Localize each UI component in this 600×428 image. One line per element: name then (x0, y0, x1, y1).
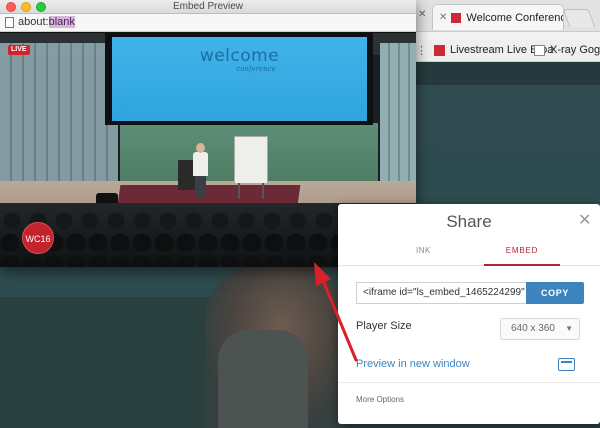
projection-screen: welcome conference (112, 37, 367, 121)
divider (338, 382, 600, 383)
share-title: Share (446, 212, 492, 231)
livestream-favicon-icon (434, 44, 445, 56)
new-window-icon[interactable] (558, 358, 575, 371)
url-bar[interactable]: about:blank (0, 14, 416, 32)
preview-in-new-window-link[interactable]: Preview in new window (356, 358, 470, 370)
document-favicon-icon (534, 44, 545, 56)
window-title: Embed Preview (172, 1, 244, 12)
whiteboard-leg (262, 183, 264, 199)
tab-title: Welcome Conference 2016 (466, 11, 563, 24)
player-size-select[interactable]: 640 x 360 ▼ (500, 318, 580, 340)
tab-welcome-conference[interactable]: ✕ Welcome Conference 2016 (432, 4, 564, 30)
copy-button[interactable]: COPY (526, 282, 584, 304)
tab-close-icon[interactable]: ✕ (439, 12, 447, 23)
speaker-body (193, 152, 208, 176)
whiteboard-leg (238, 183, 240, 199)
bookmarks-overflow-icon[interactable]: ⋮ (416, 44, 427, 57)
player-size-label: Player Size (356, 320, 412, 332)
bookmark-label: X-ray Goggles (550, 44, 600, 56)
speaker-legs (195, 176, 206, 198)
more-options-link[interactable]: More Options (356, 395, 404, 404)
screen-subtitle: conference (236, 65, 276, 73)
url-highlight: blank (48, 16, 75, 28)
window-titlebar[interactable]: Embed Preview (0, 0, 416, 14)
stage-glass-wall-left (0, 43, 118, 193)
channel-logo-badge[interactable]: WC16 (22, 222, 54, 254)
whiteboard (234, 136, 268, 184)
tab-embed-indicator (484, 264, 560, 266)
livestream-favicon-icon (451, 12, 462, 23)
new-tab-button[interactable] (562, 9, 596, 27)
url-prefix: about: (18, 16, 49, 28)
embed-code-field[interactable]: <iframe id="ls_embed_1465224299" s (356, 282, 528, 304)
chevron-down-icon: ▼ (565, 324, 573, 333)
page-icon (5, 17, 14, 28)
url-text[interactable]: about:blank (18, 16, 75, 28)
share-dialog: Share ✕ INK EMBED <iframe id="ls_embed_1… (338, 204, 600, 424)
bookmark-xray-goggles[interactable]: X-ray Goggles (534, 44, 600, 56)
live-badge: LIVE (8, 45, 30, 55)
prev-tab-close-icon[interactable]: ✕ (418, 9, 426, 20)
tabs-divider (338, 265, 600, 266)
close-icon[interactable]: ✕ (578, 210, 591, 230)
tab-link[interactable]: INK (416, 246, 431, 255)
tab-embed[interactable]: EMBED (480, 246, 564, 255)
screen-title: welcome (199, 46, 280, 66)
speaker-head (196, 143, 205, 153)
background-person-shirt (218, 330, 308, 428)
player-size-value: 640 x 360 (511, 323, 555, 334)
